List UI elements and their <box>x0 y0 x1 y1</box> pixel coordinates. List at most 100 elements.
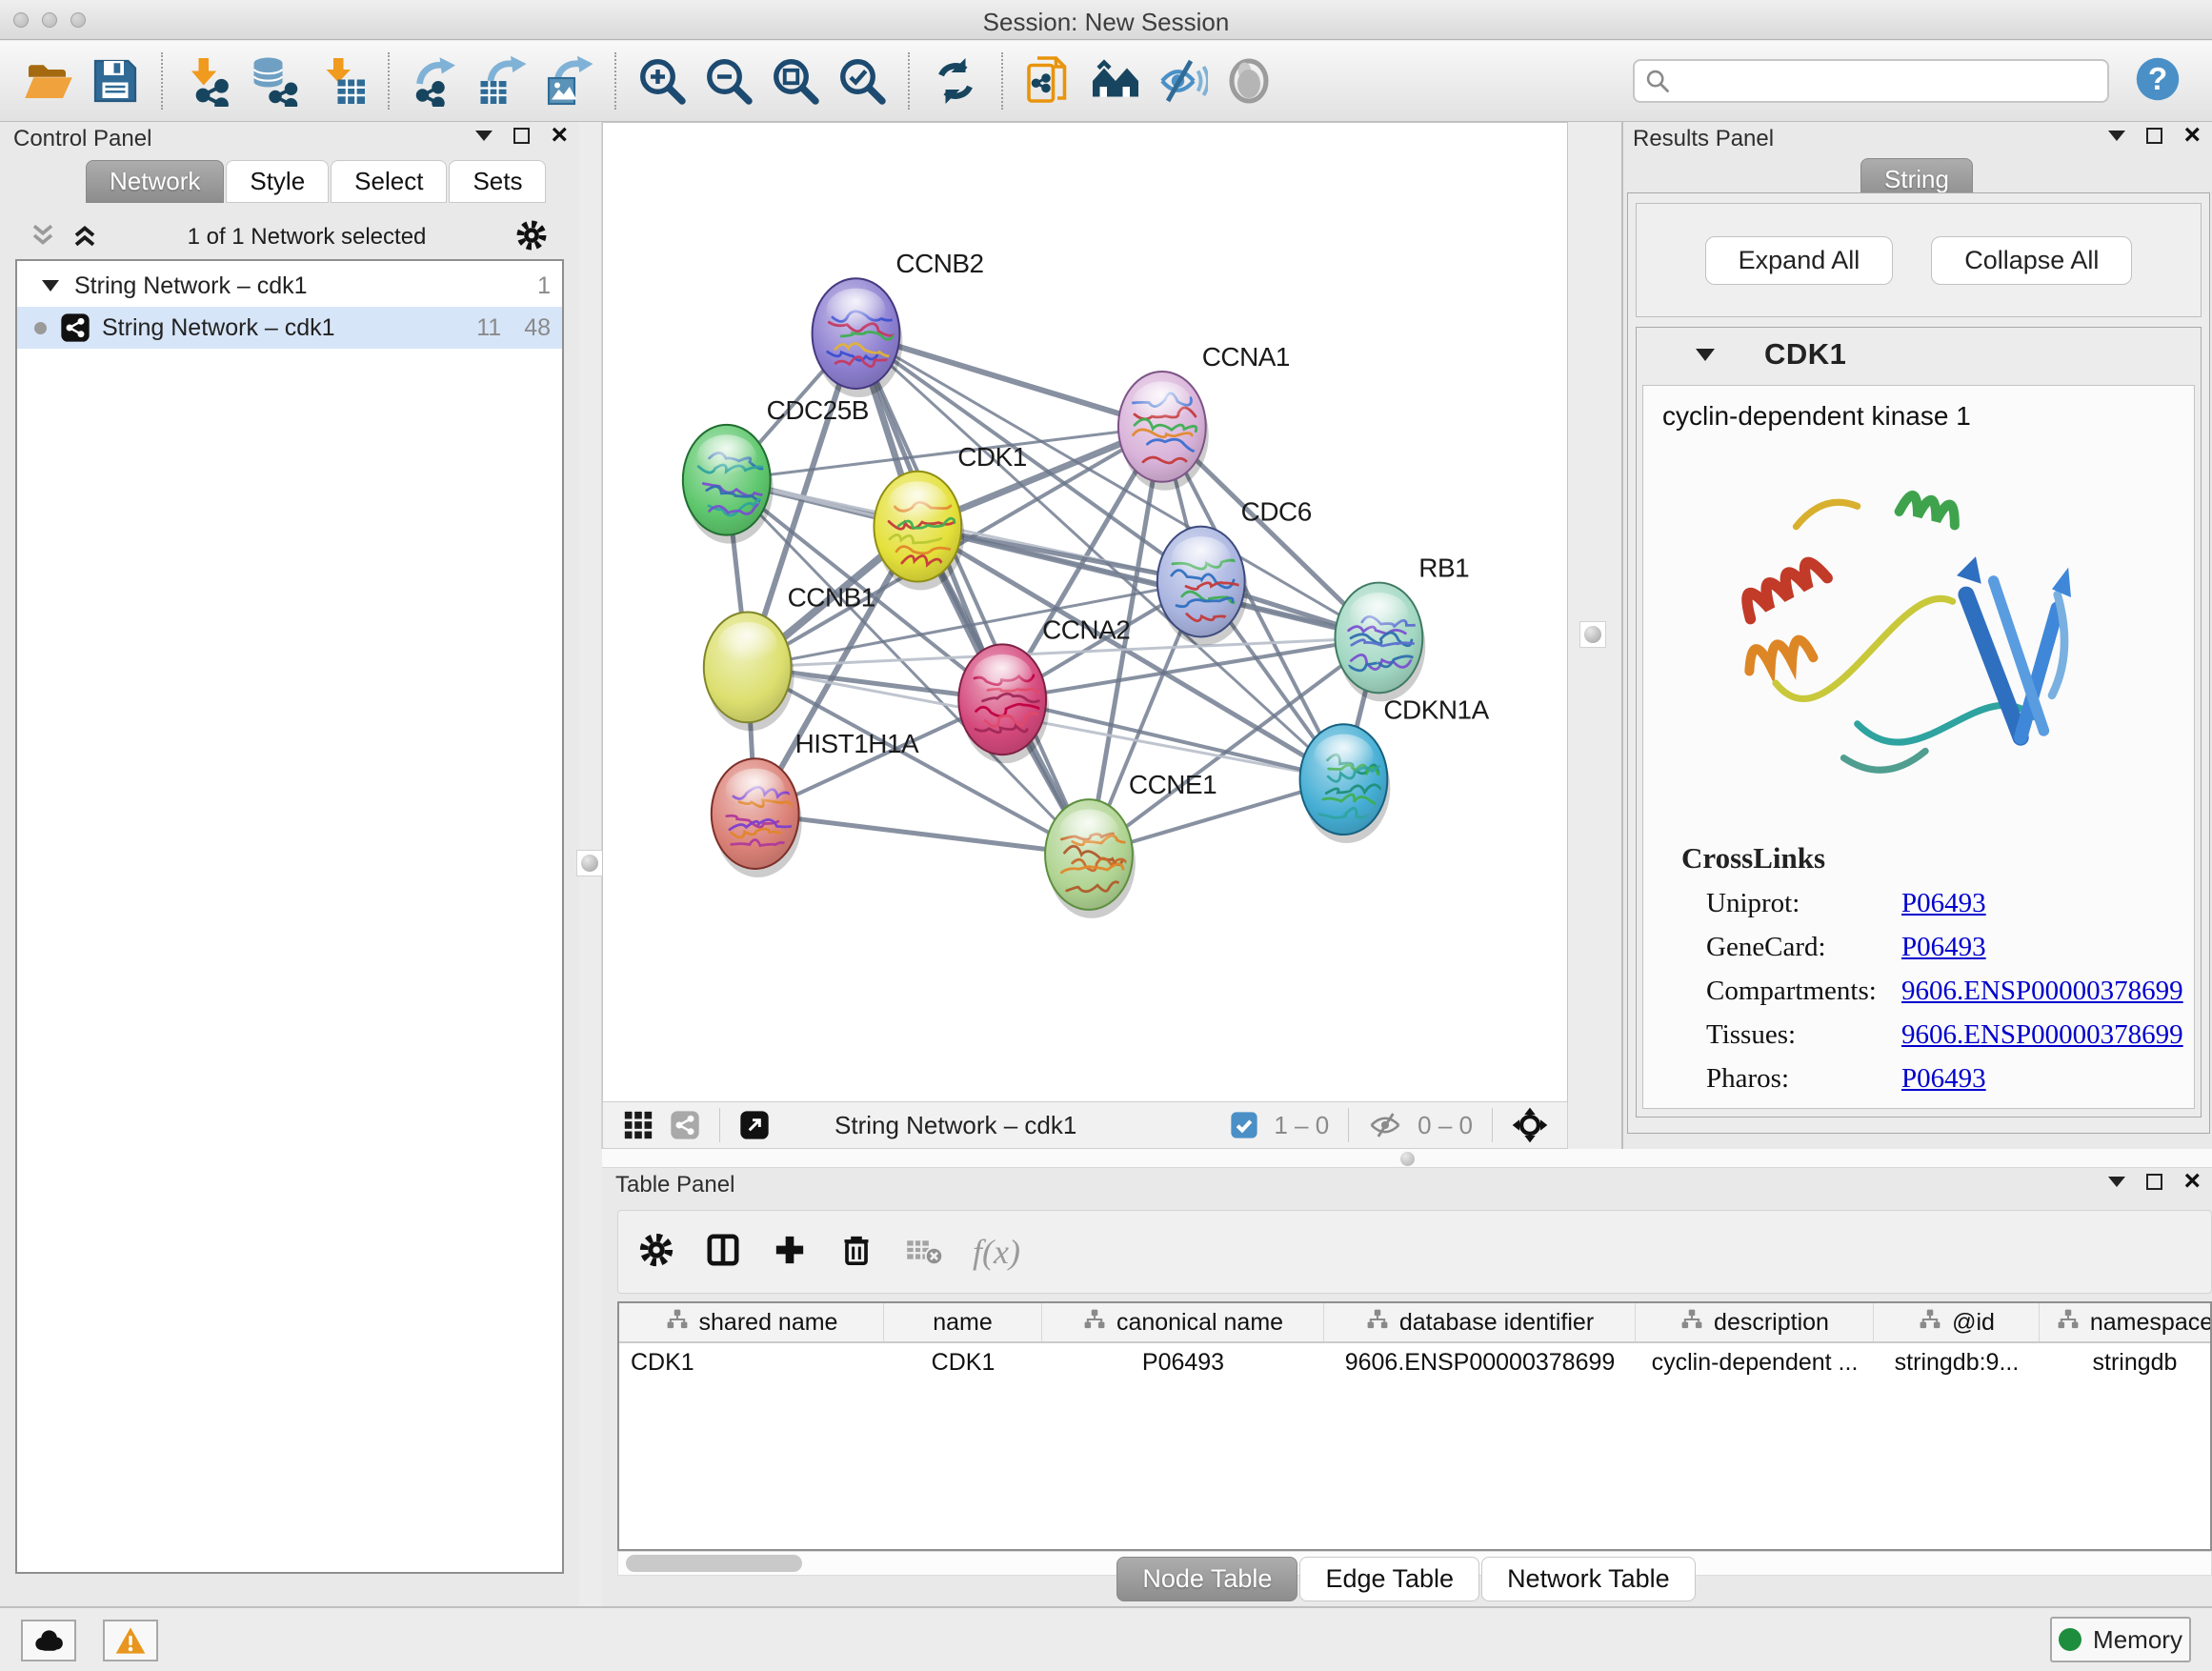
column-header-description[interactable]: description <box>1636 1303 1874 1341</box>
panel-float-icon[interactable] <box>513 128 530 144</box>
network-node[interactable]: CCNB1 <box>704 583 875 732</box>
table-cell[interactable]: cyclin-dependent ... <box>1636 1343 1874 1381</box>
right-splitter-handle[interactable] <box>1579 621 1606 648</box>
tab-select[interactable]: Select <box>331 160 447 203</box>
crosslink-link[interactable]: 9606.ENSP00000378699 <box>1901 969 2183 1013</box>
network-node[interactable]: CCNE1 <box>1045 770 1217 918</box>
right-splitter[interactable] <box>1568 122 1621 1149</box>
cloud-status-button[interactable] <box>21 1620 76 1661</box>
collapse-all-networks-icon[interactable] <box>29 221 57 254</box>
warning-status-button[interactable] <box>103 1620 158 1661</box>
export-image-button[interactable] <box>541 52 596 110</box>
collapse-all-button[interactable]: Collapse All <box>1931 236 2132 285</box>
network-node[interactable]: CCNA2 <box>958 614 1130 763</box>
export-table-button[interactable] <box>474 52 530 110</box>
zoom-fit-button[interactable] <box>768 52 823 110</box>
table-cell[interactable]: stringdb:9... <box>1874 1343 2040 1381</box>
first-neighbors-button[interactable] <box>1088 52 1143 110</box>
panel-float-icon[interactable] <box>2146 128 2162 144</box>
table-cell[interactable]: CDK1 <box>884 1343 1042 1381</box>
refresh-button[interactable] <box>928 52 983 110</box>
network-options-gear-icon[interactable] <box>514 218 549 257</box>
help-button[interactable]: ? <box>2134 55 2182 108</box>
table-cell[interactable]: P06493 <box>1042 1343 1324 1381</box>
search-input[interactable] <box>1679 68 2098 94</box>
network-grid-view-icon[interactable] <box>622 1109 654 1141</box>
selected-checkbox-icon[interactable] <box>1230 1111 1258 1139</box>
panel-collapse-icon[interactable] <box>475 131 493 141</box>
network-canvas[interactable]: CCNB2CCNA1CDC25BCDK1CDC6RB1CCNB1CCNA2CDK… <box>602 122 1568 1101</box>
horizontal-splitter[interactable] <box>602 1149 2212 1168</box>
control-panel-tabs: NetworkStyleSelectSets <box>86 160 548 203</box>
gene-collapse-icon[interactable] <box>1696 349 1715 361</box>
import-network-from-database-button[interactable] <box>248 52 303 110</box>
collection-expand-icon[interactable] <box>42 280 59 292</box>
tab-edge-table[interactable]: Edge Table <box>1299 1557 1479 1601</box>
network-graph[interactable]: CCNB2CCNA1CDC25BCDK1CDC6RB1CCNB1CCNA2CDK… <box>603 123 1567 1101</box>
tab-node-table[interactable]: Node Table <box>1116 1557 1297 1601</box>
open-session-button[interactable] <box>21 52 76 110</box>
show-graphics-details-button[interactable] <box>1221 52 1277 110</box>
table-cell[interactable]: CDK1 <box>619 1343 884 1381</box>
column-header-namespace[interactable]: namespace <box>2040 1303 2212 1341</box>
node-table[interactable]: shared namenamecanonical namedatabase id… <box>617 1301 2212 1551</box>
string-network-icon <box>60 312 90 343</box>
tab-sets[interactable]: Sets <box>449 160 546 203</box>
import-network-from-file-button[interactable] <box>181 52 236 110</box>
crosslink-link[interactable]: P06493 <box>1901 1057 1986 1100</box>
show-columns-icon[interactable] <box>704 1231 742 1274</box>
panel-close-icon[interactable]: × <box>2183 1172 2201 1191</box>
table-cell[interactable]: 9606.ENSP00000378699 <box>1324 1343 1636 1381</box>
zoom-in-button[interactable] <box>634 52 690 110</box>
left-splitter[interactable] <box>579 122 602 1149</box>
column-header-shared-name[interactable]: shared name <box>619 1303 884 1341</box>
zoom-selected-button[interactable] <box>835 52 890 110</box>
warning-icon <box>114 1625 147 1656</box>
network-collection-row[interactable]: String Network – cdk1 1 <box>17 265 562 307</box>
panel-collapse-icon[interactable] <box>2108 131 2125 141</box>
memory-button[interactable]: Memory <box>2050 1617 2191 1662</box>
panel-close-icon[interactable]: × <box>2183 126 2201 145</box>
panel-close-icon[interactable]: × <box>551 126 568 145</box>
network-node[interactable]: RB1 <box>1335 554 1469 702</box>
detach-view-icon[interactable] <box>739 1110 770 1140</box>
import-table-from-file-button[interactable] <box>314 52 370 110</box>
network-node[interactable]: CCNB2 <box>813 249 984 397</box>
tab-style[interactable]: Style <box>226 160 329 203</box>
column-header-name[interactable]: name <box>884 1303 1042 1341</box>
network-node[interactable]: CDKN1A <box>1300 695 1490 843</box>
gene-section-header[interactable]: CDK1 <box>1637 328 2201 381</box>
network-node[interactable]: HIST1H1A <box>712 729 919 877</box>
network-list: String Network – cdk1 1 String Network –… <box>15 259 564 1574</box>
network-row[interactable]: String Network – cdk1 11 48 <box>17 307 562 349</box>
table-options-gear-icon[interactable] <box>637 1231 675 1274</box>
panel-collapse-icon[interactable] <box>2108 1177 2125 1187</box>
create-column-plus-icon[interactable] <box>771 1231 809 1274</box>
table-cell[interactable]: stringdb <box>2040 1343 2212 1381</box>
share-session-file-button[interactable] <box>1021 52 1076 110</box>
network-share-view-icon[interactable] <box>670 1110 700 1140</box>
delete-column-trash-icon[interactable] <box>837 1231 875 1274</box>
table-row[interactable]: CDK1CDK1P064939606.ENSP00000378699cyclin… <box>619 1343 2210 1381</box>
export-network-button[interactable] <box>408 52 463 110</box>
hidden-eye-slash-icon[interactable] <box>1368 1112 1402 1138</box>
crosslink-label: GeneCard: <box>1706 925 1901 969</box>
tab-network-table[interactable]: Network Table <box>1481 1557 1696 1601</box>
horizontal-splitter-handle[interactable] <box>1400 1152 1415 1166</box>
column-header--id[interactable]: @id <box>1874 1303 2040 1341</box>
network-node[interactable]: CDC6 <box>1157 497 1312 646</box>
expand-all-button[interactable]: Expand All <box>1705 236 1894 285</box>
zoom-out-button[interactable] <box>701 52 756 110</box>
expand-all-networks-icon[interactable] <box>70 221 99 254</box>
save-session-button[interactable] <box>88 52 143 110</box>
column-header-database-identifier[interactable]: database identifier <box>1324 1303 1636 1341</box>
tab-network[interactable]: Network <box>86 160 224 203</box>
column-header-canonical-name[interactable]: canonical name <box>1042 1303 1324 1341</box>
left-splitter-handle[interactable] <box>576 850 603 876</box>
panel-float-icon[interactable] <box>2146 1174 2162 1190</box>
fit-content-crosshair-icon[interactable] <box>1512 1107 1548 1143</box>
crosslink-link[interactable]: P06493 <box>1901 881 1986 925</box>
crosslink-link[interactable]: 9606.ENSP00000378699 <box>1901 1013 2183 1057</box>
crosslink-link[interactable]: P06493 <box>1901 925 1986 969</box>
hide-graphics-details-button[interactable] <box>1155 52 1210 110</box>
